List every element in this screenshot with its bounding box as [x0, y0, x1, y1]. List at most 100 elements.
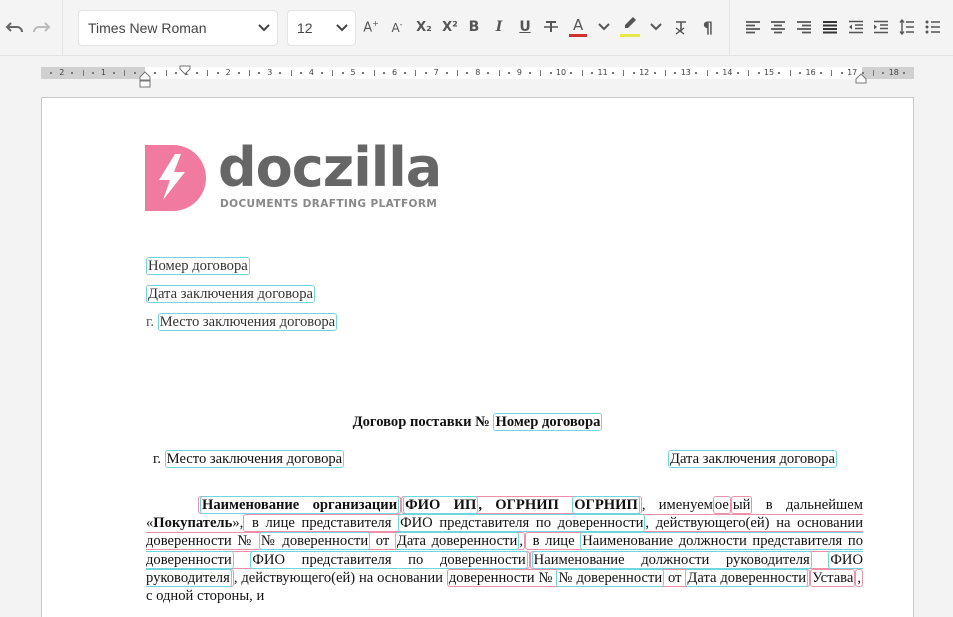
document-page[interactable]: doczilla DOCUMENTS DRAFTING PLATFORM Ном… [41, 97, 914, 617]
conditional-block-ip[interactable]: ФИО ИП, ОГРНИП ОГРНИП [401, 496, 642, 514]
line-spacing-button[interactable] [896, 16, 918, 38]
placeholder-title-number[interactable]: Номер договора [493, 413, 603, 431]
pilcrow-button[interactable]: ¶ [697, 16, 719, 38]
align-left-button[interactable] [742, 16, 764, 38]
clear-format-icon [675, 21, 686, 35]
ruler-dot [674, 72, 677, 74]
align-left-icon [746, 21, 760, 34]
placeholder-ogrnip[interactable]: ОГРНИП [572, 496, 640, 514]
placeholder-date[interactable]: Дата заключения договора [668, 450, 837, 468]
placeholder-poa-number[interactable]: № доверенности [258, 532, 371, 551]
placeholder-poa-number-2[interactable]: № доверенности [556, 568, 665, 587]
ruler-number: 5 [350, 68, 356, 77]
ruler-number: 7 [433, 68, 439, 77]
highlight-dropdown[interactable] [645, 16, 667, 38]
ruler-number: 15 [763, 68, 775, 77]
indent-button[interactable] [870, 16, 892, 38]
italic-button[interactable]: I [488, 16, 510, 38]
intro-paragraph[interactable]: Наименование организации ФИО ИП, ОГРНИП О… [146, 496, 864, 605]
ruler-number: 18 [888, 68, 899, 77]
ruler-tick [873, 70, 874, 76]
text-color-button[interactable]: A [566, 16, 590, 38]
ruler-tick [706, 70, 708, 76]
conditional-comma[interactable]: , [855, 568, 864, 587]
placeholder-poa-date[interactable]: Дата доверенности [394, 532, 520, 551]
ruler-number: 2 [59, 68, 65, 77]
ruler-tick [415, 70, 417, 76]
justify-button[interactable] [819, 16, 841, 38]
left-indent-marker[interactable] [139, 71, 151, 93]
redo-button[interactable] [30, 16, 52, 38]
underline-button[interactable]: U [514, 16, 536, 38]
increase-font-button[interactable]: A+ [360, 16, 382, 38]
ruler-tick [748, 70, 750, 76]
document-title: Договор поставки № Номер договора [352, 413, 603, 431]
placeholder-contract-date[interactable]: Дата заключения договора [146, 285, 315, 303]
align-right-button[interactable] [793, 16, 815, 38]
ruler-dot [778, 72, 781, 74]
bold-icon: B [468, 19, 480, 35]
place-line: г. Место заключения договора [153, 450, 345, 468]
ruler-dot [549, 72, 552, 74]
conditional-ending-1[interactable]: ое [712, 496, 731, 514]
ruler-dot [466, 72, 469, 74]
placeholder-head-position[interactable]: Наименование должности руководителя [531, 550, 812, 569]
subscript-icon: X₂ [416, 19, 432, 35]
ruler-dot [445, 72, 448, 74]
ruler-number: 8 [475, 68, 481, 77]
pilcrow-icon: ¶ [702, 17, 714, 37]
toolbar: Times New Roman 12 A+ A- X₂ X² B I U A ¶ [0, 0, 953, 56]
placeholder-place[interactable]: Место заключения договора [164, 450, 345, 468]
first-line-indent-marker[interactable] [179, 62, 191, 80]
placeholder-poa-date-2[interactable]: Дата доверенности [685, 568, 809, 587]
ruler-dot [591, 72, 594, 74]
highlight-button[interactable] [618, 16, 642, 38]
text-color-dropdown[interactable] [593, 16, 615, 38]
conditional-block-poa[interactable]: доверенности № № доверенности от Дата до… [446, 568, 811, 587]
bullet-list-button[interactable] [922, 16, 944, 38]
ruler-tick [540, 70, 542, 76]
ruler-dot [508, 72, 510, 74]
font-size-select[interactable]: 12 [287, 10, 356, 46]
bold-button[interactable]: B [463, 16, 485, 38]
header-contract-date: Дата заключения договора [146, 285, 315, 303]
ruler-dot [50, 72, 53, 74]
strikethrough-button[interactable] [540, 16, 562, 38]
conditional-block-charter[interactable]: Устава [810, 568, 856, 587]
ruler-dot [383, 72, 386, 74]
conditional-block-org[interactable]: Наименование организации [198, 496, 402, 514]
undo-button[interactable] [4, 16, 26, 38]
font-increase-icon: A+ [363, 18, 379, 36]
ruler-dot [653, 72, 656, 74]
ruler-tick [82, 70, 84, 76]
placeholder-contract-place[interactable]: Место заключения договора [157, 313, 338, 331]
placeholder-fio-ip[interactable]: ФИО ИП [403, 496, 479, 514]
placeholder-rep-fio-2[interactable]: ФИО представителя по доверенности [250, 550, 528, 569]
conditional-ending-2[interactable]: ый [730, 496, 753, 514]
ruler-tick [457, 70, 458, 76]
ruler-tick [373, 70, 375, 76]
header-contract-place: г. Место заключения договора [146, 313, 338, 331]
ruler-number: 12 [639, 68, 650, 77]
clear-format-button[interactable] [670, 16, 692, 38]
placeholder-org-name[interactable]: Наименование организации [200, 496, 400, 514]
right-indent-marker[interactable] [855, 71, 867, 89]
text-color-bar [569, 34, 587, 37]
subscript-button[interactable]: X₂ [413, 16, 435, 38]
chevron-down-icon [251, 24, 277, 32]
ruler[interactable]: 21123456789101112131415161718 [41, 67, 914, 79]
ruler-number: 10 [555, 68, 567, 77]
ruler-tick [831, 70, 833, 76]
outdent-button[interactable] [845, 16, 867, 38]
font-family-select[interactable]: Times New Roman [78, 10, 278, 46]
align-center-button[interactable] [767, 16, 789, 38]
placeholder-rep-fio[interactable]: ФИО представителя по доверенности [398, 514, 646, 533]
undo-icon [5, 22, 23, 33]
placeholder-contract-number[interactable]: Номер договора [146, 257, 250, 275]
superscript-button[interactable]: X² [439, 16, 461, 38]
ruler-tick [207, 70, 209, 76]
ruler-dot [300, 72, 302, 74]
chevron-down-icon [650, 23, 662, 31]
decrease-font-button[interactable]: A- [386, 16, 408, 38]
ruler-tick [789, 70, 791, 76]
